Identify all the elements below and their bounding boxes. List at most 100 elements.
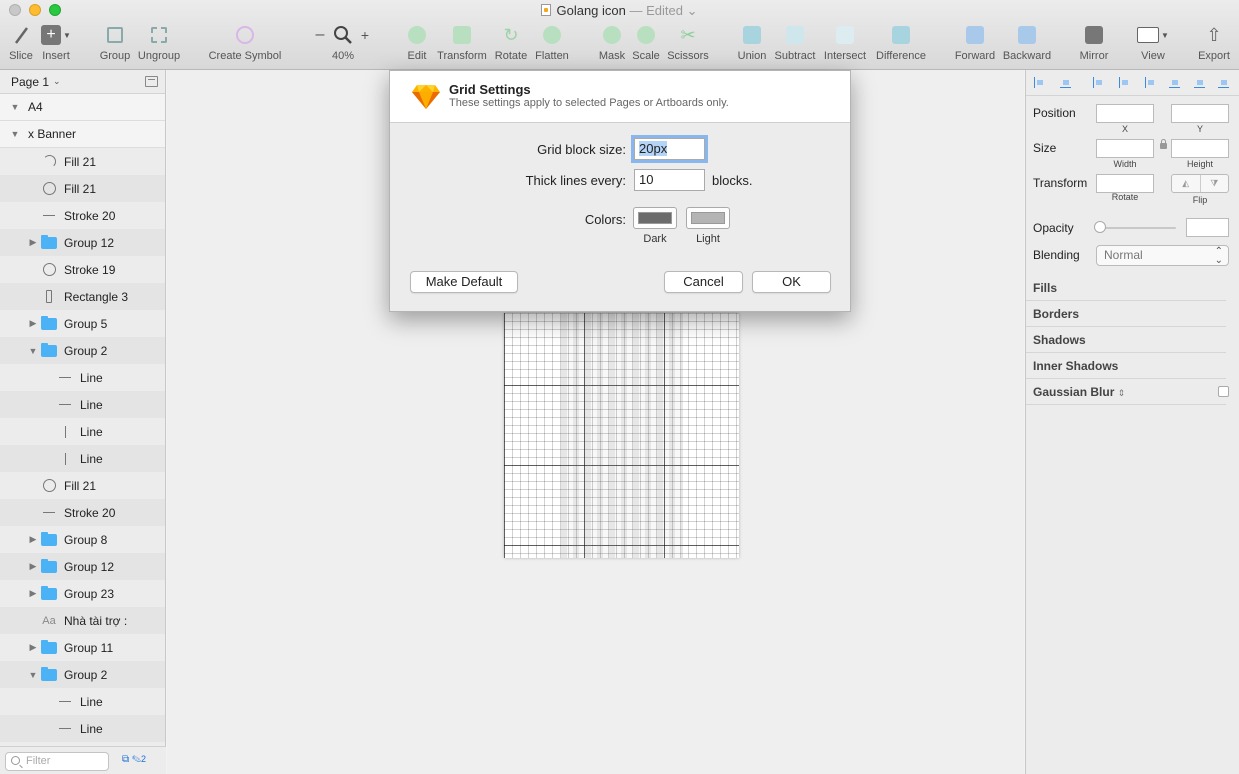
layer-row[interactable]: Stroke 20 <box>0 499 165 526</box>
export-button[interactable]: ⇧ Export <box>1196 24 1232 63</box>
disclosure-open-icon[interactable]: ▼ <box>26 346 40 356</box>
disclosure-closed-icon[interactable]: ▶ <box>26 588 40 599</box>
borders-section[interactable]: Borders <box>1026 301 1226 327</box>
gaussian-blur-checkbox[interactable] <box>1218 386 1229 397</box>
blending-select[interactable]: Normal ⌃ ⌄ <box>1096 245 1229 266</box>
opacity-slider-track[interactable] <box>1096 227 1176 229</box>
backward-button[interactable]: Backward <box>1001 24 1053 62</box>
layer-row[interactable]: ▶ Group 12 <box>0 229 165 256</box>
group-tool-button[interactable]: Group <box>98 24 132 62</box>
disclosure-open-icon[interactable]: ▼ <box>8 129 22 139</box>
height-input[interactable] <box>1171 139 1229 158</box>
zoom-control[interactable]: 40% <box>328 24 358 62</box>
rotate-input[interactable] <box>1096 174 1154 193</box>
ungroup-tool-button[interactable]: Ungroup <box>137 24 181 62</box>
layer-row[interactable]: Rectangle 3 <box>0 283 165 310</box>
layer-row[interactable]: Line <box>0 418 165 445</box>
transform-button[interactable]: Transform <box>436 24 488 62</box>
disclosure-closed-icon[interactable]: ▶ <box>26 318 40 329</box>
layer-row[interactable]: Aa Nhà tài trợ : <box>0 607 165 634</box>
lock-icon[interactable] <box>1160 139 1167 149</box>
subtract-button[interactable]: Subtract <box>772 24 818 62</box>
position-y-input[interactable] <box>1171 104 1229 123</box>
slice-tool-button[interactable]: Slice <box>7 24 35 62</box>
disclosure-open-icon[interactable]: ▼ <box>26 670 40 680</box>
layer-row[interactable]: ▼ x Banner <box>0 121 165 148</box>
layer-row[interactable]: Fill 21 <box>0 472 165 499</box>
layer-row[interactable]: Fill 21 <box>0 175 165 202</box>
distribute-horizontal-icon[interactable] <box>1034 77 1045 88</box>
forward-button[interactable]: Forward <box>953 24 997 62</box>
inner-shadows-section[interactable]: Inner Shadows <box>1026 353 1226 379</box>
light-color-swatch[interactable] <box>686 207 730 229</box>
rotate-button[interactable]: ↻ Rotate <box>493 24 529 63</box>
layer-row[interactable]: Line <box>0 364 165 391</box>
grid-block-size-input[interactable]: 20px <box>634 138 705 160</box>
page-selector[interactable]: Page 1 ⌄ <box>0 70 165 94</box>
align-center-icon[interactable] <box>1119 77 1130 88</box>
scale-button[interactable]: Scale <box>631 24 661 62</box>
zoom-in-button[interactable]: + <box>358 24 372 46</box>
create-symbol-button[interactable]: Create Symbol <box>207 24 283 62</box>
view-button[interactable]: ▼ View <box>1136 24 1170 62</box>
flip-vertical-icon[interactable]: ⧩ <box>1199 175 1229 192</box>
insert-tool-button[interactable]: + ▼ Insert <box>40 24 72 62</box>
flip-horizontal-icon[interactable]: ◭ <box>1172 175 1200 192</box>
edit-button[interactable]: Edit <box>403 24 431 62</box>
slices-filter-icon[interactable]: ✎ <box>132 754 141 765</box>
opacity-slider-knob[interactable] <box>1094 221 1106 233</box>
disclosure-closed-icon[interactable]: ▶ <box>26 561 40 572</box>
layer-row[interactable]: ▶ Group 8 <box>0 526 165 553</box>
cancel-button[interactable]: Cancel <box>664 271 743 293</box>
ok-button[interactable]: OK <box>752 271 831 293</box>
layer-row[interactable]: Line <box>0 688 165 715</box>
layer-row[interactable]: ▼ Group 2 <box>0 661 165 688</box>
position-x-input[interactable] <box>1096 104 1154 123</box>
layer-row[interactable]: Stroke 20 <box>0 202 165 229</box>
symbols-filter-icon[interactable]: ⧉ <box>122 754 129 765</box>
align-top-icon[interactable] <box>1169 77 1180 88</box>
layer-row[interactable]: ▶ Group 12 <box>0 553 165 580</box>
width-input[interactable] <box>1096 139 1154 158</box>
layer-row[interactable]: ▶ Group 23 <box>0 580 165 607</box>
layer-row[interactable]: Stroke 19 <box>0 256 165 283</box>
layer-row[interactable]: ▼ Group 2 <box>0 337 165 364</box>
layer-row[interactable]: ▼ A4 <box>0 94 165 121</box>
mirror-button[interactable]: Mirror <box>1077 24 1111 62</box>
layer-row[interactable]: Fill 21 <box>0 148 165 175</box>
layer-row[interactable]: Line <box>0 445 165 472</box>
thick-lines-input[interactable]: 10 <box>634 169 705 191</box>
layer-row[interactable]: Line <box>0 391 165 418</box>
align-right-icon[interactable] <box>1145 77 1156 88</box>
distribute-vertical-icon[interactable] <box>1060 77 1071 88</box>
light-color-fill <box>691 212 725 224</box>
make-default-button[interactable]: Make Default <box>410 271 518 293</box>
scissors-button[interactable]: ✂ Scissors <box>666 24 710 63</box>
align-middle-icon[interactable] <box>1194 77 1205 88</box>
filter-input[interactable]: Filter <box>5 752 109 771</box>
document-title[interactable]: Golang icon — Edited ⌄ <box>0 3 1239 19</box>
layer-row[interactable]: ▶ Group 11 <box>0 634 165 661</box>
dark-color-swatch[interactable] <box>633 207 677 229</box>
intersect-button[interactable]: Intersect <box>822 24 868 62</box>
layer-row[interactable]: Line <box>0 715 165 742</box>
fills-section[interactable]: Fills <box>1026 275 1226 301</box>
align-left-icon[interactable] <box>1093 77 1104 88</box>
disclosure-closed-icon[interactable]: ▶ <box>26 237 40 248</box>
difference-button[interactable]: Difference <box>874 24 928 62</box>
union-button[interactable]: Union <box>736 24 768 62</box>
flatten-button[interactable]: Flatten <box>533 24 571 62</box>
align-bottom-icon[interactable] <box>1218 77 1229 88</box>
mask-button[interactable]: Mask <box>597 24 627 62</box>
disclosure-open-icon[interactable]: ▼ <box>8 102 22 112</box>
shadows-section[interactable]: Shadows <box>1026 327 1226 353</box>
layer-row[interactable]: ▶ Group 5 <box>0 310 165 337</box>
zoom-out-button[interactable]: – <box>313 24 327 46</box>
artboard[interactable] <box>504 313 739 558</box>
opacity-input[interactable] <box>1186 218 1229 237</box>
disclosure-closed-icon[interactable]: ▶ <box>26 642 40 653</box>
disclosure-closed-icon[interactable]: ▶ <box>26 534 40 545</box>
pages-toggle-icon[interactable] <box>145 76 158 87</box>
gaussian-blur-section[interactable]: Gaussian Blur ⇕ <box>1026 379 1226 405</box>
layer-filter-options[interactable]: ⧉ ✎2 <box>122 754 146 765</box>
